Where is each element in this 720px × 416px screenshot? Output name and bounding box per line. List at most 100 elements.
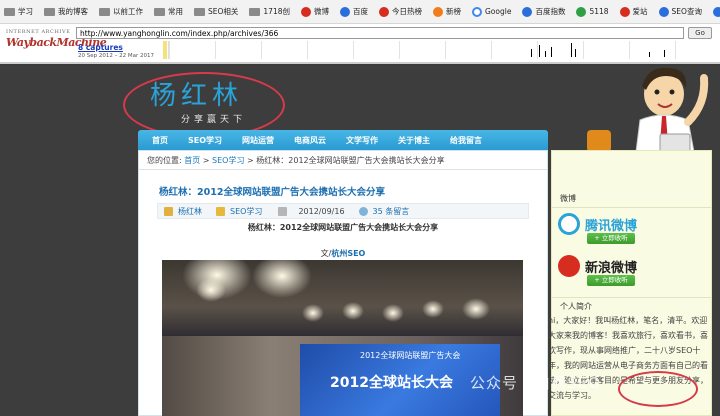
divider xyxy=(552,207,711,208)
bookmark-label: 今日热榜 xyxy=(392,7,422,16)
timeline-capture-tick[interactable] xyxy=(649,52,650,57)
breadcrumb-current: 杨红林：2012全球网站联盟广告大会携站长大会分享 xyxy=(256,156,445,165)
post-date: 2012/09/16 xyxy=(298,206,345,216)
timeline-year-divider xyxy=(215,41,216,59)
photo-light xyxy=(342,302,364,320)
comment-icon xyxy=(358,206,368,216)
author-link[interactable]: 杨红林 xyxy=(178,206,202,217)
timeline-capture-tick[interactable] xyxy=(545,51,546,57)
wayback-logo-main: WaybackMachine xyxy=(6,36,107,49)
nav-item[interactable]: 网站运营 xyxy=(242,135,274,146)
calendar-icon xyxy=(278,206,288,216)
nav-item[interactable]: 文学写作 xyxy=(346,135,378,146)
category-meta: SEO学习 xyxy=(216,206,262,217)
url-input[interactable]: http://www.yanghonglin.com/index.php/arc… xyxy=(76,27,684,39)
bookmark-item[interactable]: 常用 xyxy=(154,6,183,17)
comments-meta: 35 条留言 xyxy=(358,206,410,217)
timeline-year-divider xyxy=(261,41,262,59)
go-button[interactable]: Go xyxy=(688,27,712,39)
captures-link[interactable]: 8 captures xyxy=(78,43,123,52)
bookmark-item[interactable]: SEO查询 xyxy=(658,6,702,17)
bookmark-item[interactable]: 百度指数 xyxy=(522,6,565,17)
nav-item[interactable]: 关于博主 xyxy=(398,135,430,146)
post-title[interactable]: 杨红林：2012全球网站联盟广告大会携站长大会分享 xyxy=(159,184,385,198)
page-content: 杨红林 分享赢天下 首页 SEO学习 网站运营 电商风云 文学写作 关于博主 给我留言 您的… xyxy=(0,66,720,416)
bookmark-item[interactable]: 巨量星 xyxy=(712,6,720,17)
photo-light xyxy=(382,304,404,322)
sina-weibo-name: 新浪微博 xyxy=(585,260,638,276)
bookmark-label: 5118 xyxy=(589,7,609,16)
pencil-icon xyxy=(164,206,173,216)
baidu-icon xyxy=(340,6,350,17)
timeline-capture-tick[interactable] xyxy=(575,49,576,57)
bookmark-item[interactable]: 百度 xyxy=(340,6,368,17)
breadcrumb-separator: > xyxy=(244,156,257,165)
nav-item[interactable]: SEO学习 xyxy=(188,135,222,146)
timeline-year-divider xyxy=(629,41,630,59)
bookmark-label: 微博 xyxy=(314,7,329,16)
wayback-toolbar: INTERNET ARCHIVE WaybackMachine http://w… xyxy=(0,24,720,64)
bookmark-item[interactable]: 新榜 xyxy=(433,6,461,17)
author-meta: 杨红林 xyxy=(164,206,202,217)
breadcrumb: 您的位置: 首页 > SEO学习 > 杨红林：2012全球网站联盟广告大会携站长… xyxy=(147,155,445,166)
timeline-highlight xyxy=(163,41,167,59)
photo-light xyxy=(302,304,324,322)
timeline-capture-tick[interactable] xyxy=(551,47,552,57)
star-icon xyxy=(712,6,720,17)
tencent-follow-button[interactable]: + 立即收听 xyxy=(587,233,635,244)
bookmark-item[interactable]: 今日热榜 xyxy=(379,6,422,17)
byline-author-link[interactable]: 杭州SEO xyxy=(331,249,365,258)
timeline-capture-tick[interactable] xyxy=(571,43,572,57)
bookmark-label: 常用 xyxy=(168,7,183,16)
bookmark-item[interactable]: 以前工作 xyxy=(99,6,143,17)
nav-item[interactable]: 给我留言 xyxy=(450,135,482,146)
nav-item[interactable]: 首页 xyxy=(152,135,168,146)
wayback-logo[interactable]: INTERNET ARCHIVE WaybackMachine xyxy=(6,29,107,59)
newrank-icon xyxy=(433,6,443,17)
bookmark-label: 爱站 xyxy=(632,7,648,16)
breadcrumb-prefix: 您的位置: xyxy=(147,156,182,165)
rss-icon[interactable] xyxy=(587,130,611,152)
watermark: 公众号 · 白杨SEO xyxy=(470,374,602,392)
capture-timeline[interactable] xyxy=(163,41,720,59)
bio-heading: 个人简介 xyxy=(560,302,592,311)
timeline-capture-tick[interactable] xyxy=(539,45,540,57)
bookmark-item[interactable]: SEO相关 xyxy=(194,6,238,17)
bookmark-item[interactable]: 5118 xyxy=(576,6,609,17)
photo-banner-big: 2012全球站长大会 xyxy=(330,375,453,391)
highlight-circle-bio xyxy=(618,371,698,407)
photo-light xyxy=(422,300,444,318)
bookmarks-bar: 学习 我的博客 以前工作 常用 SEO相关 1718创 微博 百度 今日热榜 新榜 Google 百度… xyxy=(0,0,720,24)
divider xyxy=(552,297,711,298)
comments-link[interactable]: 35 条留言 xyxy=(373,206,410,217)
bookmark-label: 1718创 xyxy=(263,7,290,16)
breadcrumb-category-link[interactable]: SEO学习 xyxy=(212,156,244,165)
timeline-capture-tick[interactable] xyxy=(531,49,532,57)
bookmark-label: Google xyxy=(485,7,512,16)
weibo-icon xyxy=(301,6,311,17)
folder-icon xyxy=(194,7,205,16)
bookmark-item[interactable]: 爱站 xyxy=(619,6,648,17)
timeline-capture-tick[interactable] xyxy=(664,50,665,57)
bookmark-item[interactable]: 微博 xyxy=(301,6,329,17)
timeline-year-divider xyxy=(537,41,538,59)
bookmark-item[interactable]: 1718创 xyxy=(249,6,290,17)
breadcrumb-home-link[interactable]: 首页 xyxy=(184,156,200,165)
photo-banner-small: 2012全球网站联盟广告大会 xyxy=(360,351,461,360)
sina-follow-button[interactable]: + 立即收听 xyxy=(587,275,635,286)
nav-item[interactable]: 电商风云 xyxy=(294,135,326,146)
bookmark-label: SEO查询 xyxy=(671,7,702,16)
divider xyxy=(139,169,547,170)
bookmark-item[interactable]: 学习 xyxy=(4,6,33,17)
category-link[interactable]: SEO学习 xyxy=(230,206,262,217)
breadcrumb-separator: > xyxy=(200,156,213,165)
photo-light xyxy=(196,278,226,302)
tencent-weibo[interactable]: 腾讯微博 xyxy=(558,213,637,235)
bookmark-label: 学习 xyxy=(18,7,33,16)
sina-weibo[interactable]: 新浪微博 xyxy=(558,255,637,277)
bookmark-item[interactable]: Google xyxy=(472,6,512,17)
bookmark-label: 新榜 xyxy=(446,7,461,16)
bookmark-item[interactable]: 我的博客 xyxy=(44,6,88,17)
folder-icon xyxy=(249,7,261,16)
main-nav: 首页 SEO学习 网站运营 电商风云 文学写作 关于博主 给我留言 xyxy=(138,130,548,150)
